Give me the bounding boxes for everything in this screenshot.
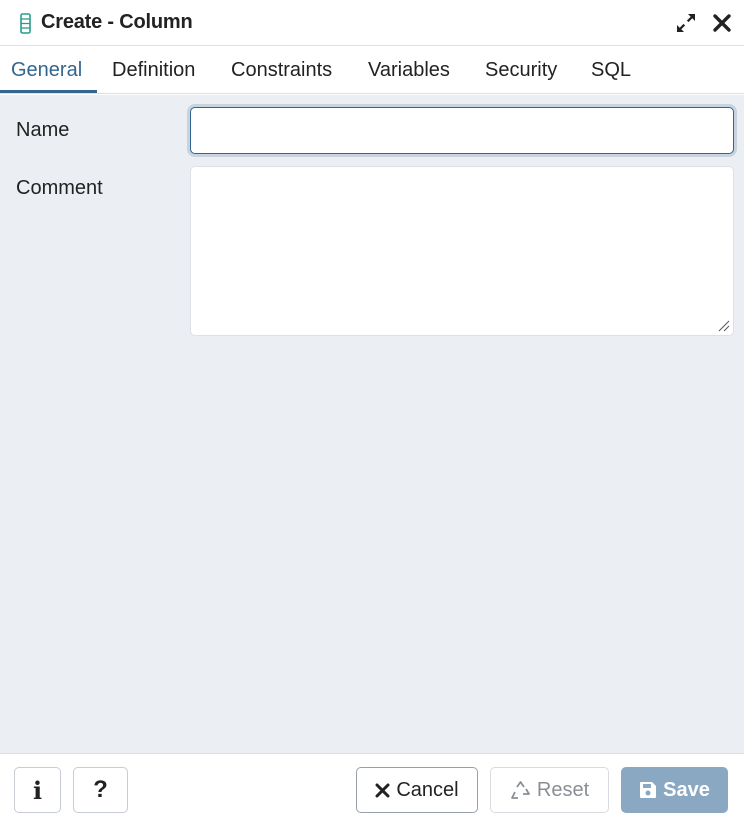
tab-sql[interactable]: SQL (591, 46, 631, 93)
reset-label: Reset (536, 778, 590, 801)
tab-definition[interactable]: Definition (112, 46, 195, 93)
form-body: Name Comment (0, 95, 744, 753)
name-input[interactable] (190, 107, 734, 154)
tab-variables[interactable]: Variables (368, 46, 450, 93)
dialog-title: Create - Column (41, 11, 193, 33)
recycle-icon (510, 780, 531, 800)
maximize-button[interactable] (675, 12, 697, 34)
reset-button[interactable]: Reset (490, 767, 609, 813)
name-label: Name (16, 119, 70, 141)
maximize-icon (677, 14, 695, 32)
close-icon (375, 783, 390, 798)
tab-general[interactable]: General (11, 46, 82, 93)
comment-textarea[interactable] (190, 166, 734, 336)
floppy-disk-icon (639, 781, 657, 799)
cancel-button[interactable]: Cancel (356, 767, 478, 813)
dialog-titlebar[interactable]: Create - Column (0, 0, 744, 46)
tab-security[interactable]: Security (485, 46, 557, 93)
close-button[interactable] (711, 12, 733, 34)
comment-label: Comment (16, 177, 103, 199)
column-icon (20, 13, 31, 34)
save-label: Save (663, 778, 710, 801)
resize-handle-icon[interactable] (716, 318, 730, 332)
active-tab-indicator (0, 90, 97, 93)
info-icon: i (32, 775, 43, 805)
dialog-tabs: General Definition Constraints Variables… (0, 46, 744, 94)
cancel-label: Cancel (396, 778, 459, 801)
info-button[interactable]: i (14, 767, 61, 813)
create-column-dialog: Create - Column General Definition Const… (0, 0, 744, 824)
dialog-footer: i ? Cancel Reset Save (0, 753, 744, 824)
help-button[interactable]: ? (73, 767, 128, 813)
question-icon: ? (93, 776, 108, 803)
close-icon (713, 14, 731, 32)
tab-constraints[interactable]: Constraints (231, 46, 332, 93)
save-button[interactable]: Save (621, 767, 728, 813)
